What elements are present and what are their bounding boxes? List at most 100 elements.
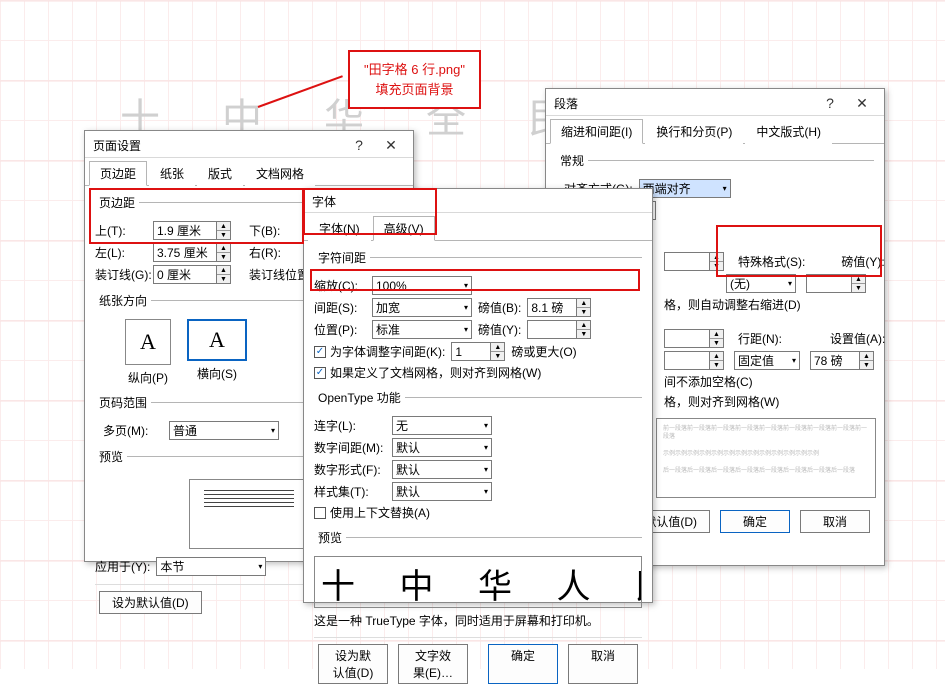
- font-dialog-title: 字体: [312, 193, 646, 210]
- callout-line1: "田字格 6 行.png": [364, 60, 465, 80]
- cancel-button[interactable]: 取消: [568, 644, 638, 684]
- indent-left-input[interactable]: [664, 252, 710, 271]
- page-setup-preview: [189, 479, 309, 549]
- paragraph-preview: 前一段落前一段落前一段落前一段落前一段落前一段落前一段落前一段落前一段落 示例示…: [656, 418, 876, 498]
- tab-margins[interactable]: 页边距: [89, 161, 147, 186]
- orientation-portrait-label: 纵向(P): [128, 369, 168, 386]
- preview-group-label: 预览: [95, 448, 127, 465]
- margins-group-label: 页边距: [95, 194, 139, 211]
- spinner[interactable]: ▲▼: [491, 342, 505, 361]
- tab-document-grid[interactable]: 文档网格: [245, 161, 315, 186]
- spacing-select[interactable]: 加宽▾: [372, 298, 472, 317]
- tab-font[interactable]: 字体(N): [308, 216, 371, 241]
- stylistic-sets-select[interactable]: 默认▾: [392, 482, 492, 501]
- apply-to-select[interactable]: 本节▾: [156, 557, 266, 576]
- ligatures-select[interactable]: 无▾: [392, 416, 492, 435]
- no-space-note: 间不添加空格(C): [664, 373, 753, 390]
- spinner[interactable]: ▲▼: [710, 252, 724, 271]
- spinner[interactable]: ▲▼: [860, 351, 874, 370]
- left-margin-input[interactable]: [153, 243, 217, 262]
- general-group-label: 常规: [556, 152, 588, 169]
- kerning-checkbox[interactable]: ✓为字体调整字间距(K):: [314, 343, 445, 360]
- spinner[interactable]: ▲▼: [577, 320, 591, 339]
- tab-advanced[interactable]: 高级(V): [373, 216, 435, 241]
- line-spacing-label: 行距(N):: [738, 330, 782, 347]
- spacing-by-input[interactable]: [527, 298, 577, 317]
- annotation-callout: "田字格 6 行.png" 填充页面背景: [348, 50, 481, 109]
- page-setup-title: 页面设置: [93, 137, 343, 154]
- pages-group-label: 页码范围: [95, 394, 151, 411]
- position-select[interactable]: 标准▾: [372, 320, 472, 339]
- spinner[interactable]: ▲▼: [217, 243, 231, 262]
- gutter-label: 装订线(G):: [95, 266, 147, 283]
- spinner[interactable]: ▲▼: [710, 351, 724, 370]
- tab-asian-typography[interactable]: 中文版式(H): [745, 119, 832, 144]
- position-by-input[interactable]: [527, 320, 577, 339]
- number-spacing-label: 数字间距(M):: [314, 439, 386, 456]
- top-margin-input[interactable]: [153, 221, 217, 240]
- ligatures-label: 连字(L):: [314, 417, 386, 434]
- special-format-select[interactable]: (无)▾: [726, 274, 796, 293]
- spacing-label: 间距(S):: [314, 299, 366, 316]
- help-button[interactable]: ?: [814, 93, 846, 113]
- line-spacing-select[interactable]: 固定值▾: [734, 351, 800, 370]
- orientation-group-label: 纸张方向: [95, 292, 151, 309]
- snap-grid-note: 格，则对齐到网格(W): [664, 393, 779, 410]
- cancel-button[interactable]: 取消: [800, 510, 870, 533]
- by-value-input[interactable]: [806, 274, 852, 293]
- text-effects-button[interactable]: 文字效果(E)…: [398, 644, 468, 684]
- tab-layout[interactable]: 版式: [197, 161, 243, 186]
- contextual-alternates-checkbox[interactable]: 使用上下文替换(A): [314, 504, 430, 521]
- paragraph-title: 段落: [554, 95, 814, 112]
- after-spacing-input[interactable]: [664, 351, 710, 370]
- multipage-select[interactable]: 普通▾: [169, 421, 279, 440]
- ok-button[interactable]: 确定: [488, 644, 558, 684]
- char-spacing-group-label: 字符间距: [314, 249, 370, 266]
- special-format-label: 特殊格式(S):: [738, 253, 805, 270]
- spinner[interactable]: ▲▼: [217, 221, 231, 240]
- help-button[interactable]: ?: [343, 135, 375, 155]
- gutter-input[interactable]: [153, 265, 217, 284]
- at-value-input[interactable]: [810, 351, 860, 370]
- callout-line2: 填充页面背景: [364, 80, 465, 100]
- orientation-landscape-label: 横向(S): [197, 365, 237, 382]
- tab-paper[interactable]: 纸张: [149, 161, 195, 186]
- spacing-by-label: 磅值(B):: [478, 299, 521, 316]
- orientation-portrait-button[interactable]: A: [125, 319, 171, 365]
- position-by-label: 磅值(Y):: [478, 321, 521, 338]
- before-spacing-input[interactable]: [664, 329, 710, 348]
- kerning-value-input[interactable]: [451, 342, 491, 361]
- ok-button[interactable]: 确定: [720, 510, 790, 533]
- set-default-button[interactable]: 设为默认值(D): [318, 644, 388, 684]
- close-button[interactable]: ✕: [375, 135, 407, 155]
- right-margin-label: 右(R):: [249, 244, 281, 261]
- gutter-position-label: 装订线位置: [249, 266, 309, 283]
- mirror-indent-note: 格，则自动调整右缩进(D): [664, 296, 801, 313]
- preview-group-label: 预览: [314, 529, 346, 546]
- kerning-unit-label: 磅或更大(O): [511, 343, 576, 360]
- spinner[interactable]: ▲▼: [577, 298, 591, 317]
- scale-select[interactable]: 100%▾: [372, 276, 472, 295]
- tab-line-page-breaks[interactable]: 换行和分页(P): [645, 119, 743, 144]
- snap-to-grid-checkbox[interactable]: ✓如果定义了文档网格，则对齐到网格(W): [314, 364, 541, 381]
- font-preview: 十 中 华 人 民: [314, 556, 642, 608]
- number-spacing-select[interactable]: 默认▾: [392, 438, 492, 457]
- tab-indent-spacing[interactable]: 缩进和间距(I): [550, 119, 643, 144]
- font-preview-note: 这是一种 TrueType 字体，同时适用于屏幕和打印机。: [314, 612, 642, 629]
- font-dialog: 字体 字体(N) 高级(V) 字符间距 缩放(C): 100%▾ 间距(S): …: [303, 188, 653, 603]
- at-label: 设置值(A):: [830, 330, 885, 347]
- position-label: 位置(P):: [314, 321, 366, 338]
- orientation-landscape-button[interactable]: A: [187, 319, 247, 361]
- scale-label: 缩放(C):: [314, 277, 366, 294]
- spinner[interactable]: ▲▼: [217, 265, 231, 284]
- spinner[interactable]: ▲▼: [852, 274, 866, 293]
- multipage-label: 多页(M):: [103, 422, 163, 439]
- close-button[interactable]: ✕: [846, 93, 878, 113]
- set-default-button[interactable]: 设为默认值(D): [99, 591, 202, 614]
- stylistic-sets-label: 样式集(T):: [314, 483, 386, 500]
- number-forms-select[interactable]: 默认▾: [392, 460, 492, 479]
- top-margin-label: 上(T):: [95, 222, 147, 239]
- number-forms-label: 数字形式(F):: [314, 461, 386, 478]
- by-label: 磅值(Y):: [841, 253, 884, 270]
- spinner[interactable]: ▲▼: [710, 329, 724, 348]
